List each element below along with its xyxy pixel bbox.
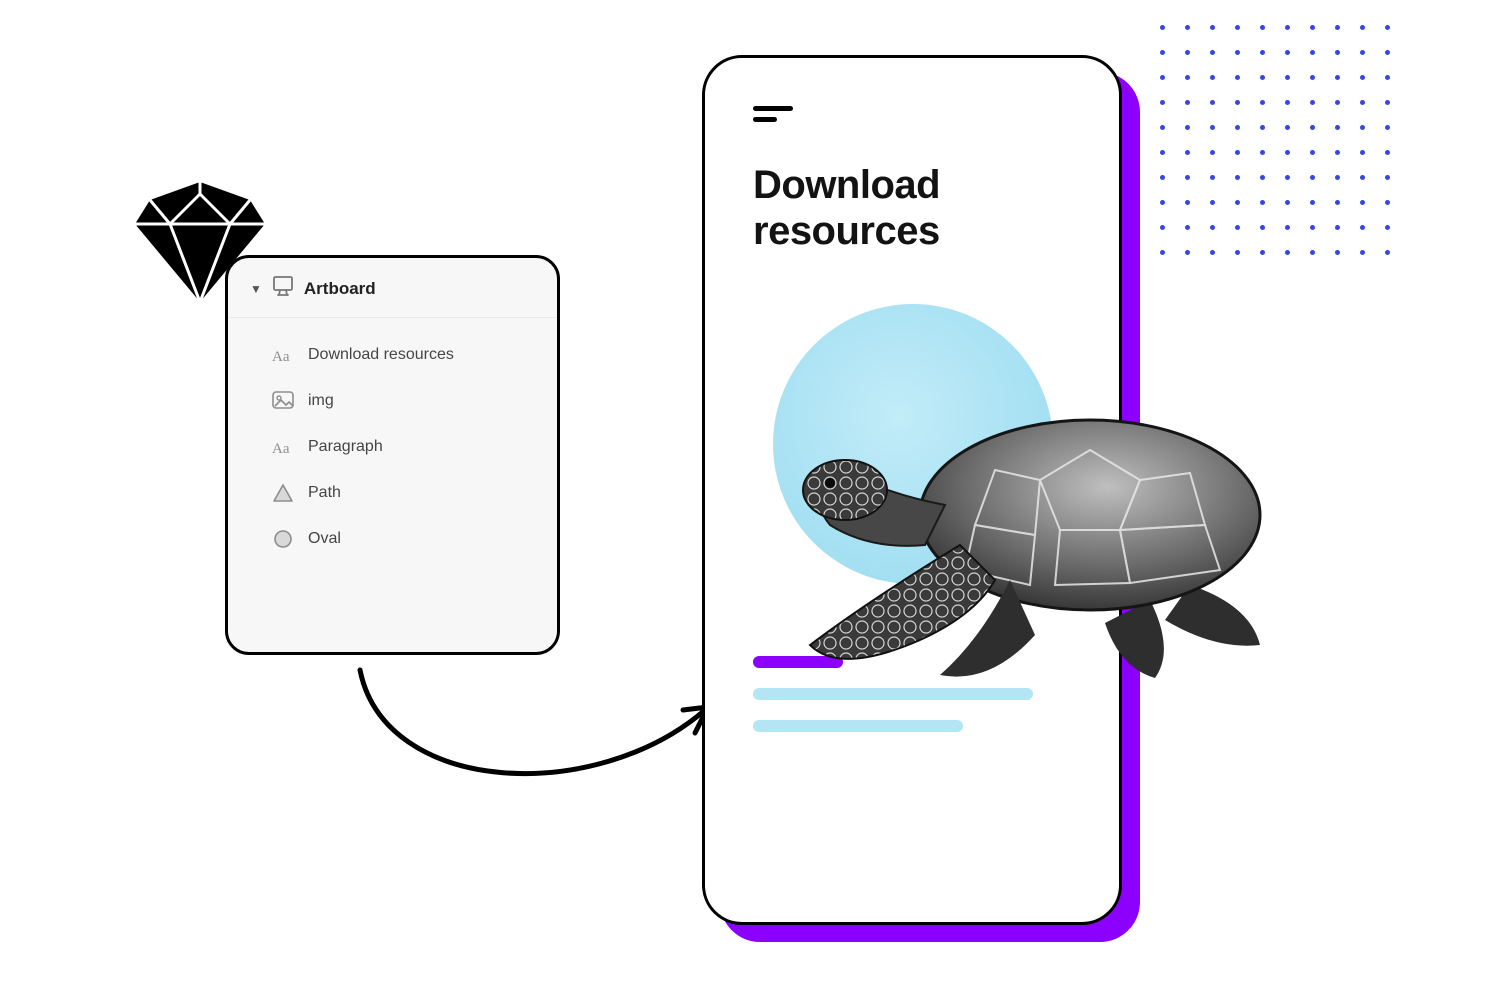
layer-item[interactable]: Path	[228, 470, 557, 516]
layer-item[interactable]: Aa Paragraph	[228, 424, 557, 470]
turtle-image	[790, 395, 1270, 685]
placeholder-bar	[753, 720, 963, 732]
text-icon: Aa	[272, 436, 294, 458]
text-icon: Aa	[272, 344, 294, 366]
svg-text:Aa: Aa	[272, 349, 290, 364]
layer-label: Download resources	[308, 346, 454, 364]
layers-panel: ▼ Artboard Aa Download resources	[225, 255, 560, 655]
layer-item[interactable]: Aa Download resources	[228, 332, 557, 378]
image-icon	[272, 390, 294, 412]
phone-heading: Download resources	[753, 162, 1079, 254]
artboard-label: Artboard	[304, 279, 376, 299]
layer-label: Paragraph	[308, 438, 383, 456]
artboard-icon	[272, 276, 294, 301]
layer-list: Aa Download resources img Aa Paragraph	[228, 318, 557, 562]
layer-label: Oval	[308, 530, 341, 548]
phone-heading-line2: resources	[753, 209, 940, 253]
phone-heading-line1: Download	[753, 163, 940, 207]
flow-arrow-icon	[345, 655, 725, 815]
oval-icon	[272, 528, 294, 550]
diagram-canvas: ▼ Artboard Aa Download resources	[0, 0, 1500, 1000]
dot-grid-decor	[1150, 15, 1400, 265]
layer-label: Path	[308, 484, 341, 502]
collapse-chevron-icon[interactable]: ▼	[250, 282, 262, 296]
layers-panel-header[interactable]: ▼ Artboard	[228, 258, 557, 317]
svg-text:Aa: Aa	[272, 441, 290, 456]
hamburger-menu-icon[interactable]	[753, 106, 793, 122]
placeholder-bar	[753, 688, 1033, 700]
layer-item[interactable]: Oval	[228, 516, 557, 562]
path-icon	[272, 482, 294, 504]
layer-label: img	[308, 392, 334, 410]
layer-item[interactable]: img	[228, 378, 557, 424]
